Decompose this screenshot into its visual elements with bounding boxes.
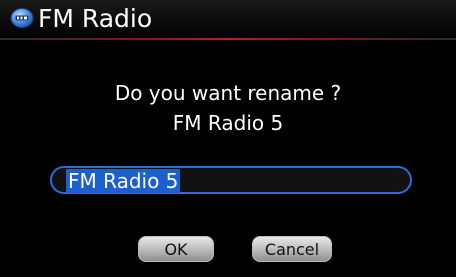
prompt-question: Do you want rename ? [114,81,342,105]
rename-input-value[interactable]: FM Radio 5 [66,169,181,193]
fm-radio-screen: FM Radio Do you want rename ? FM Radio 5… [0,0,456,277]
ok-button[interactable]: OK [138,236,214,262]
title-bar: FM Radio [0,0,456,40]
cancel-button[interactable]: Cancel [252,236,332,262]
rename-prompt: Do you want rename ? FM Radio 5 [0,78,456,138]
app-title: FM Radio [38,4,153,33]
fm-radio-icon [10,7,34,29]
title-divider [0,38,456,40]
rename-input[interactable]: FM Radio 5 [50,166,412,194]
prompt-station-name: FM Radio 5 [172,111,284,135]
